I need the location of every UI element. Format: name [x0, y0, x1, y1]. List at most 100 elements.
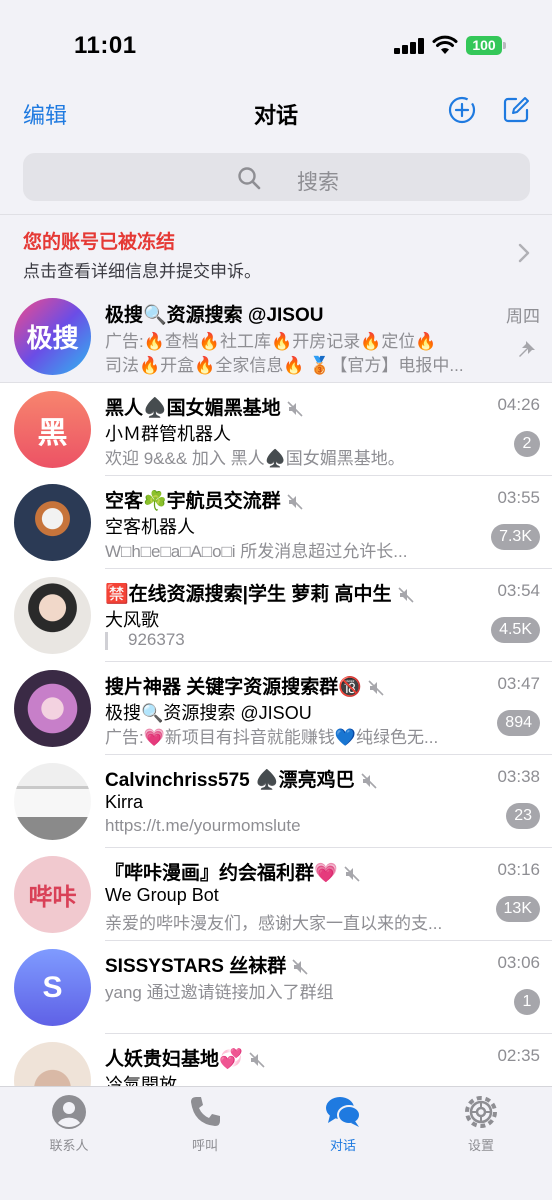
chat-message: 926373: [105, 630, 185, 650]
tab-label: 设置: [467, 1138, 494, 1153]
chat-row[interactable]: 人妖贵妇基地💞 02:35 冷氣開放: [0, 1034, 552, 1086]
new-story-icon[interactable]: [446, 94, 478, 126]
avatar: [14, 1042, 91, 1086]
unread-badge: 13K: [495, 896, 540, 922]
avatar-initials: 极搜: [26, 323, 79, 353]
account-frozen-banner[interactable]: 您的账号已被冻结 点击查看详细信息并提交申诉。: [0, 214, 552, 290]
tab-label: 对话: [329, 1138, 356, 1153]
chat-bubbles-icon: [326, 1097, 361, 1127]
chat-message: 亲爱的哔咔漫友们，感谢大家一直以来的支...: [105, 914, 443, 933]
tab-label: 联系人: [49, 1138, 89, 1153]
chat-message: yang 通过邀请链接加入了群组: [105, 983, 334, 1002]
battery-indicator: 100: [466, 36, 502, 55]
banner-title: 您的账号已被冻结: [23, 232, 176, 253]
chat-sender: 空客机器人: [105, 517, 195, 537]
chat-row[interactable]: Calvinchriss575 ♠️漂亮鸡巴 03:38 Kirra https…: [0, 755, 552, 848]
unread-badge: 7.3K: [491, 524, 540, 550]
gear-icon: [465, 1096, 497, 1128]
chat-title: 人妖贵妇基地💞: [105, 1044, 265, 1071]
muted-icon: [368, 680, 384, 696]
chat-title: Calvinchriss575 ♠️漂亮鸡巴: [105, 765, 377, 792]
chat-time: 02:35: [497, 1046, 540, 1065]
status-bar: 11:01 100: [0, 0, 552, 90]
muted-icon: [361, 773, 377, 789]
nav-bar: 编辑 对话: [0, 90, 552, 150]
chat-title: 🈲在线资源搜索|学生 萝莉 高中生: [105, 579, 414, 606]
chat-message-line2: 司法🔥开盒🔥全家信息🔥 🥉【官方】电报中...: [105, 356, 464, 375]
chat-time: 03:47: [497, 674, 540, 693]
chat-title: 空客☘️宇航员交流群: [105, 486, 303, 513]
compose-icon[interactable]: [500, 94, 532, 126]
chat-time: 03:54: [497, 581, 540, 600]
chat-title: 搜片神器 关键字资源搜索群🔞: [105, 672, 384, 699]
muted-icon: [287, 401, 303, 417]
unread-badge: 2: [514, 431, 540, 457]
chat-time: 03:55: [497, 488, 540, 507]
avatar: 极搜: [14, 298, 91, 375]
chat-row[interactable]: 搜片神器 关键字资源搜索群🔞 03:47 极搜🔍资源搜索 @JISOU 广告:💗…: [0, 662, 552, 755]
avatar: S: [14, 949, 91, 1026]
chat-list: 极搜 极搜🔍资源搜索 @JISOU 周四 广告:🔥查档🔥社工库🔥开房记录🔥定位🔥…: [0, 290, 552, 1086]
chat-message: 欢迎 9&&& 加入 黑人♠️国女媚黑基地。: [105, 449, 405, 468]
pin-icon: [519, 339, 535, 357]
chat-sender: 极搜🔍资源搜索 @JISOU: [105, 703, 312, 723]
chat-title: 黑人♠️国女媚黑基地: [105, 393, 303, 420]
avatar-initials: S: [42, 970, 63, 1004]
muted-icon: [249, 1052, 265, 1068]
chat-message: 广告:💗新项目有抖音就能赚钱💙纯绿色无...: [105, 728, 439, 747]
tab-calls[interactable]: 呼叫: [160, 1093, 250, 1154]
chat-row[interactable]: S SISSYSTARS 丝袜群 03:06 yang 通过邀请链接加入了群组 …: [0, 941, 552, 1034]
unread-badge: 1: [514, 989, 540, 1015]
avatar: 哔咔: [14, 856, 91, 933]
chat-message-text: 926373: [128, 630, 185, 649]
chat-title-text: 黑人♠️国女媚黑基地: [105, 398, 281, 419]
chat-row[interactable]: 极搜 极搜🔍资源搜索 @JISOU 周四 广告:🔥查档🔥社工库🔥开房记录🔥定位🔥…: [0, 290, 552, 383]
tab-contacts[interactable]: 联系人: [24, 1093, 114, 1154]
tab-bar: 联系人 呼叫 对话 设置: [0, 1086, 552, 1200]
chat-title-text: SISSYSTARS 丝袜群: [105, 956, 287, 977]
tab-chats[interactable]: 对话: [298, 1093, 388, 1154]
search-area: 搜索: [0, 150, 552, 214]
search-icon: [238, 167, 261, 190]
search-input[interactable]: 搜索: [23, 153, 530, 201]
chat-sender: We Group Bot: [105, 885, 219, 905]
tab-label: 呼叫: [191, 1138, 218, 1153]
avatar: [14, 670, 91, 747]
avatar-initials: 黑: [37, 416, 68, 450]
chat-time: 03:16: [497, 860, 540, 879]
chat-sender: 小Ｍ群管机器人: [105, 424, 231, 444]
status-time: 11:01: [74, 32, 137, 59]
avatar: [14, 763, 91, 840]
unread-badge: 894: [497, 710, 540, 736]
chat-sender: 冷氣開放: [105, 1075, 177, 1086]
unread-badge: 23: [506, 803, 540, 829]
wifi-icon: [432, 35, 458, 54]
quote-bar: [105, 631, 108, 650]
muted-icon: [287, 494, 303, 510]
battery-tip: [503, 42, 506, 49]
person-icon: [52, 1095, 86, 1129]
muted-icon: [397, 587, 414, 603]
chat-row[interactable]: 哔咔 『哔咔漫画』约会福利群💗 03:16 We Group Bot 亲爱的哔咔…: [0, 848, 552, 941]
chevron-right-icon: [518, 243, 530, 263]
chat-time: 03:06: [497, 953, 540, 972]
chat-title-text: Calvinchriss575 ♠️漂亮鸡巴: [105, 770, 355, 791]
avatar: [14, 577, 91, 654]
chat-row[interactable]: 空客☘️宇航员交流群 03:55 空客机器人 W□h□e□a□A□o□i 所发消…: [0, 476, 552, 569]
avatar-initials: 哔咔: [28, 884, 77, 911]
chat-row[interactable]: 🈲在线资源搜索|学生 萝莉 高中生 03:54 大风歌 926373 4.5K: [0, 569, 552, 662]
chat-title-text: 空客☘️宇航员交流群: [105, 491, 281, 512]
banner-subtitle: 点击查看详细信息并提交申诉。: [23, 262, 261, 281]
chat-title-text: 『哔咔漫画』约会福利群💗: [105, 863, 338, 884]
chat-row[interactable]: 黑 黑人♠️国女媚黑基地 04:26 小Ｍ群管机器人 欢迎 9&&& 加入 黑人…: [0, 383, 552, 476]
chat-title-text: 人妖贵妇基地💞: [105, 1049, 243, 1070]
chat-title: 『哔咔漫画』约会福利群💗: [105, 858, 360, 885]
tab-settings[interactable]: 设置: [436, 1093, 526, 1154]
chat-message-line1: 广告:🔥查档🔥社工库🔥开房记录🔥定位🔥: [105, 332, 437, 351]
chat-title: SISSYSTARS 丝袜群: [105, 951, 308, 978]
search-placeholder: 搜索: [297, 171, 339, 194]
chat-sender: Kirra: [105, 792, 144, 812]
phone-icon: [191, 1097, 220, 1126]
avatar: [14, 484, 91, 561]
muted-icon: [292, 959, 308, 975]
